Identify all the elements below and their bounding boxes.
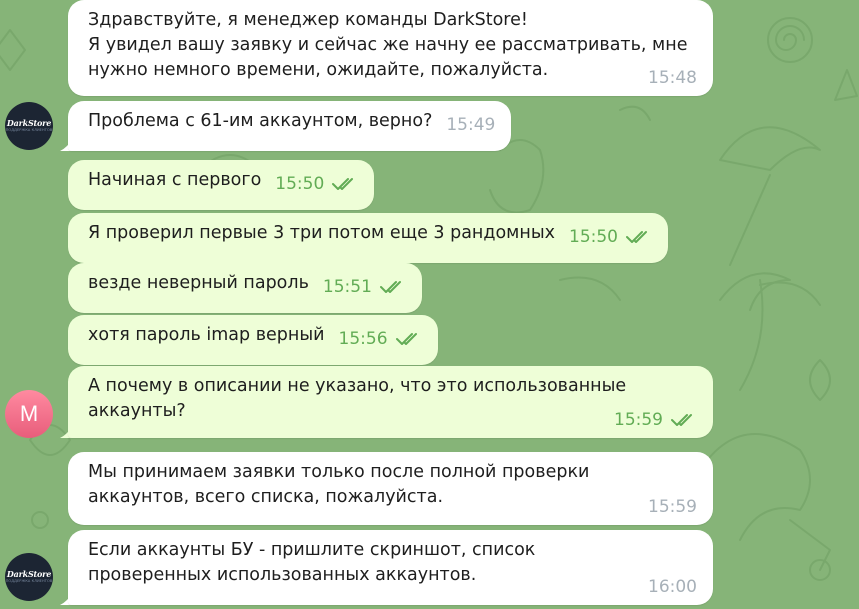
message-time: 15:49 [446, 115, 496, 135]
double-check-icon [379, 281, 401, 293]
message-text: А почему в описании не указано, что это … [88, 376, 627, 421]
message-meta: 15:50 [569, 227, 652, 247]
message-time: 15:50 [569, 227, 618, 247]
message-meta: 15:59 [648, 497, 697, 517]
message-outgoing[interactable]: хотя пароль imap верный 15:56 [68, 315, 438, 365]
message-outgoing[interactable]: Я проверил первые 3 три потом еще 3 ранд… [68, 213, 668, 263]
message-text: Начиная с первого [88, 170, 262, 190]
message-outgoing[interactable]: везде неверный пароль 15:51 [68, 263, 422, 313]
avatar-user[interactable]: M [5, 390, 53, 438]
message-text: Здравствуйте, я менеджер команды DarkSto… [88, 10, 688, 80]
message-meta: 16:00 [648, 577, 697, 597]
message-time: 15:56 [338, 329, 388, 349]
message-incoming[interactable]: Если аккаунты БУ - пришлите скриншот, сп… [68, 530, 713, 605]
message-outgoing[interactable]: Начиная с первого 15:50 [68, 160, 375, 210]
avatar-darkstore[interactable]: DarkStore ПОДДЕРЖКА КЛИЕНТОВ [5, 553, 53, 601]
message-text: Проблема с 61-им аккаунтом, верно? [88, 111, 433, 131]
message-meta: 15:50 [275, 174, 358, 194]
message-text: везде неверный пароль [88, 273, 309, 293]
message-outgoing[interactable]: А почему в описании не указано, что это … [68, 366, 713, 438]
message-incoming[interactable]: Мы принимаем заявки только после полной … [68, 452, 713, 525]
message-meta: 15:56 [339, 329, 422, 349]
message-text: Я проверил первые 3 три потом еще 3 ранд… [88, 223, 555, 243]
message-meta: 15:48 [648, 68, 697, 88]
message-time: 15:48 [648, 68, 697, 88]
message-time: 15:50 [275, 174, 325, 194]
darkstore-logo-icon: DarkStore [6, 569, 52, 579]
avatar-darkstore[interactable]: DarkStore ПОДДЕРЖКА КЛИЕНТОВ [5, 102, 53, 150]
message-time: 15:59 [648, 497, 697, 517]
double-check-icon [332, 178, 354, 190]
double-check-icon [395, 333, 417, 345]
avatar-tagline: ПОДДЕРЖКА КЛИЕНТОВ [5, 128, 53, 132]
double-check-icon [626, 231, 647, 243]
double-check-icon [671, 414, 692, 426]
message-incoming[interactable]: Проблема с 61-им аккаунтом, верно? 15:49 [68, 101, 512, 151]
message-text: Если аккаунты БУ - пришлите скриншот, сп… [88, 540, 536, 585]
message-meta: 15:49 [446, 115, 495, 135]
message-meta: 15:59 [614, 410, 697, 430]
avatar-letter: M [19, 401, 39, 426]
message-time: 16:00 [648, 577, 697, 597]
message-time: 15:51 [322, 277, 372, 297]
message-text: Мы принимаем заявки только после полной … [88, 462, 590, 507]
message-text: хотя пароль imap верный [88, 325, 325, 345]
darkstore-logo-icon: DarkStore [6, 118, 52, 128]
message-meta: 15:51 [323, 277, 406, 297]
avatar-tagline: ПОДДЕРЖКА КЛИЕНТОВ [5, 579, 53, 583]
message-incoming[interactable]: Здравствуйте, я менеджер команды DarkSto… [68, 0, 713, 96]
message-time: 15:59 [614, 410, 663, 430]
